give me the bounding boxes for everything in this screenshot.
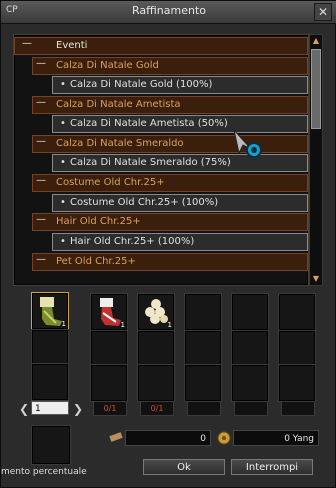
material-slot[interactable] xyxy=(231,293,269,331)
material-counter: 0/1 xyxy=(93,401,127,416)
cursor-icon xyxy=(233,129,262,158)
recipe-item[interactable]: • Calza Di Natale Ametista (50%) xyxy=(14,115,308,133)
material-slot[interactable] xyxy=(184,364,222,402)
category-label: Costume Old Chr.25+ xyxy=(56,177,165,188)
material-count-icon xyxy=(109,432,123,442)
collapse-icon[interactable]: — xyxy=(22,38,32,49)
collapse-icon[interactable]: — xyxy=(36,175,46,186)
recipe-list: — Eventi — Calza Di Natale Gold • Calza Di … xyxy=(13,34,309,286)
recipe-label: Hair Old Chr.25+ (100%) xyxy=(70,236,195,247)
category-row[interactable]: — Pet Old Chr.25+ xyxy=(14,253,308,271)
material-count-field: 0 xyxy=(125,430,211,446)
material-qty: 1 xyxy=(120,321,125,329)
recipe-label: Calza Di Natale Ametista (50%) xyxy=(70,118,228,129)
material-counter: 0/1 xyxy=(140,401,174,416)
collapse-icon[interactable]: — xyxy=(36,97,46,108)
material-slot[interactable] xyxy=(90,330,128,368)
category-eventi[interactable]: — Eventi xyxy=(14,37,308,55)
collapse-icon[interactable]: — xyxy=(36,136,46,147)
bullet-icon: • xyxy=(60,79,66,90)
close-icon[interactable]: ✕ xyxy=(314,3,332,21)
material-counter xyxy=(281,401,315,416)
recipe-label: Calza Di Natale Gold (100%) xyxy=(70,79,213,90)
extra-slot[interactable] xyxy=(31,425,71,465)
category-row[interactable]: — Costume Old Chr.25+ xyxy=(14,174,308,192)
category-label: Pet Old Chr.25+ xyxy=(56,256,136,267)
recipe-item[interactable]: • Hair Old Chr.25+ (100%) xyxy=(14,233,308,251)
category-row[interactable]: — Calza Di Natale Gold xyxy=(14,57,308,75)
material-slot[interactable] xyxy=(90,364,128,402)
window-title: Raffinamento xyxy=(132,4,206,17)
bullet-icon: • xyxy=(60,197,66,208)
ok-button[interactable]: Ok xyxy=(143,459,225,475)
bullet-icon: • xyxy=(60,118,66,129)
material-slot[interactable] xyxy=(278,293,316,331)
material-slot[interactable] xyxy=(231,330,269,368)
list-scrollbar[interactable]: ▲ ▼ xyxy=(309,34,323,286)
material-slot[interactable] xyxy=(184,330,222,368)
page-input[interactable]: 1 xyxy=(31,401,69,415)
result-slot-3[interactable] xyxy=(31,363,69,401)
category-label: Eventi xyxy=(56,40,88,51)
material-counter xyxy=(187,401,221,416)
category-label: Calza Di Natale Gold xyxy=(56,60,159,71)
result-qty: 1 xyxy=(61,320,66,328)
scroll-thumb[interactable] xyxy=(311,49,321,129)
material-slot[interactable] xyxy=(137,330,175,368)
material-counter xyxy=(234,401,268,416)
result-slot-2[interactable] xyxy=(31,329,69,367)
scroll-down-icon[interactable]: ▼ xyxy=(310,273,322,285)
category-label: Calza Di Natale Ametista xyxy=(56,99,181,110)
category-label: Hair Old Chr.25+ xyxy=(56,216,141,227)
material-slot[interactable]: 1 xyxy=(90,293,128,331)
bullet-icon: • xyxy=(60,236,66,247)
recipe-label: Calza Di Natale Smeraldo (75%) xyxy=(70,157,231,168)
material-slot[interactable] xyxy=(278,364,316,402)
yang-coin-icon xyxy=(217,431,231,445)
recipe-item[interactable]: • Calza Di Natale Gold (100%) xyxy=(14,76,308,94)
material-slot[interactable]: 1 xyxy=(137,293,175,331)
material-slot[interactable] xyxy=(137,364,175,402)
category-row[interactable]: — Calza Di Natale Ametista xyxy=(14,96,308,114)
refine-window: CP Raffinamento ✕ — Eventi — Calza Di Nat… xyxy=(0,0,336,488)
collapse-icon[interactable]: — xyxy=(36,254,46,265)
recipe-item[interactable]: • Calza Di Natale Smeraldo (75%) xyxy=(14,154,308,172)
category-label: Calza Di Natale Smeraldo xyxy=(56,138,184,149)
collapse-icon[interactable]: — xyxy=(36,214,46,225)
bullet-icon: • xyxy=(60,157,66,168)
material-slot[interactable] xyxy=(278,330,316,368)
title-bar[interactable]: CP Raffinamento ✕ xyxy=(1,1,336,24)
category-row[interactable]: — Hair Old Chr.25+ xyxy=(14,213,308,231)
status-text: mento percentuale xyxy=(1,467,87,477)
material-qty: 1 xyxy=(167,321,172,329)
scroll-up-icon[interactable]: ▲ xyxy=(310,35,322,47)
yang-cost-field: 0 Yang xyxy=(233,430,319,446)
recipe-label: Costume Old Chr.25+ (100%) xyxy=(70,197,219,208)
material-slot[interactable] xyxy=(184,293,222,331)
cancel-button[interactable]: Interrompi xyxy=(231,459,313,475)
next-page-icon[interactable]: ❯ xyxy=(73,402,83,416)
prev-page-icon[interactable]: ❮ xyxy=(19,402,29,416)
result-item-slot[interactable]: 1 xyxy=(31,292,69,330)
collapse-icon[interactable]: — xyxy=(36,58,46,69)
category-row[interactable]: — Calza Di Natale Smeraldo xyxy=(14,135,308,153)
recipe-item[interactable]: • Costume Old Chr.25+ (100%) xyxy=(14,194,308,212)
material-slot[interactable] xyxy=(231,364,269,402)
